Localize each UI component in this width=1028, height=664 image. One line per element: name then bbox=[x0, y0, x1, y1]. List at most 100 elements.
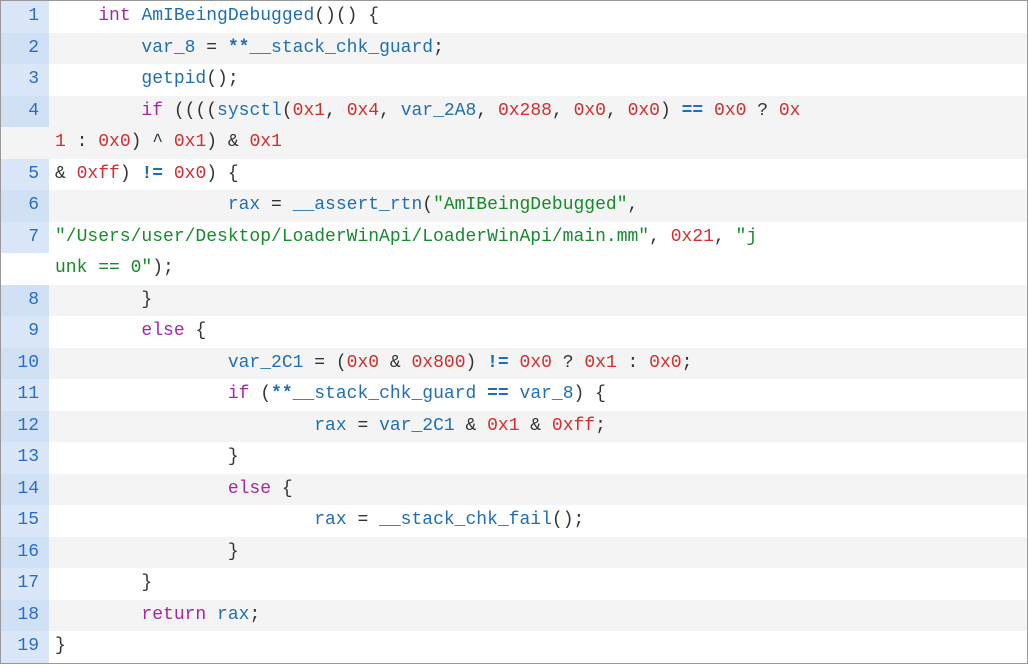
code-line: 13 } bbox=[1, 442, 1027, 474]
line-number: 11 bbox=[1, 379, 49, 411]
variable: rax bbox=[228, 195, 260, 215]
hex-literal: 0x1 bbox=[249, 132, 281, 152]
code-line: 12 rax = var_2C1 & 0x1 & 0xff; bbox=[1, 411, 1027, 443]
function-name: AmIBeingDebugged bbox=[141, 6, 314, 26]
code-line: 14 else { bbox=[1, 474, 1027, 506]
code-text[interactable]: } bbox=[49, 537, 1027, 569]
line-number: 6 bbox=[1, 190, 49, 222]
variable: rax bbox=[217, 605, 249, 625]
keyword-else: else bbox=[228, 479, 271, 499]
line-number: 18 bbox=[1, 600, 49, 632]
hex-literal: 0x0 bbox=[714, 101, 746, 121]
code-text[interactable]: rax = __stack_chk_fail(); bbox=[49, 505, 1027, 537]
hex-literal: 0x4 bbox=[347, 101, 379, 121]
keyword-if: if bbox=[141, 101, 163, 121]
line-number: 13 bbox=[1, 442, 49, 474]
operator-neq: != bbox=[476, 353, 519, 373]
keyword-int: int bbox=[98, 6, 130, 26]
code-line: 3 getpid(); bbox=[1, 64, 1027, 96]
hex-literal: 0x0 bbox=[174, 164, 206, 184]
code-editor: 1 int AmIBeingDebugged()() { 2 var_8 = *… bbox=[1, 1, 1027, 663]
operator-eq: == bbox=[476, 384, 519, 404]
code-line: 8 } bbox=[1, 285, 1027, 317]
code-text[interactable]: rax = var_2C1 & 0x1 & 0xff; bbox=[49, 411, 1027, 443]
identifier: __stack_chk_guard bbox=[293, 384, 477, 404]
line-number: 5 bbox=[1, 159, 49, 191]
function-call: sysctl bbox=[217, 101, 282, 121]
hex-literal: 0xff bbox=[77, 164, 120, 184]
code-text[interactable]: & 0xff) != 0x0) { bbox=[49, 159, 1027, 191]
code-line: 1 int AmIBeingDebugged()() { bbox=[1, 1, 1027, 33]
code-line: 17 } bbox=[1, 568, 1027, 600]
string-literal: "/Users/user/Desktop/LoaderWinApi/Loader… bbox=[55, 227, 649, 247]
variable: var_2A8 bbox=[401, 101, 477, 121]
function-call: __assert_rtn bbox=[293, 195, 423, 215]
operator-deref: ** bbox=[228, 38, 250, 58]
code-text[interactable]: } bbox=[49, 631, 1027, 663]
code-line: 16 } bbox=[1, 537, 1027, 569]
code-text[interactable]: } bbox=[49, 568, 1027, 600]
variable: var_8 bbox=[141, 38, 195, 58]
code-text[interactable]: int AmIBeingDebugged()() { bbox=[49, 1, 1027, 33]
variable: var_8 bbox=[520, 384, 574, 404]
code-text[interactable]: "/Users/user/Desktop/LoaderWinApi/Loader… bbox=[49, 222, 1027, 285]
keyword-if: if bbox=[228, 384, 250, 404]
hex-literal: 0x1 bbox=[487, 416, 519, 436]
code-text[interactable]: return rax; bbox=[49, 600, 1027, 632]
code-text[interactable]: } bbox=[49, 442, 1027, 474]
operator-deref: ** bbox=[271, 384, 293, 404]
code-text[interactable]: } bbox=[49, 285, 1027, 317]
function-call: getpid bbox=[141, 69, 206, 89]
variable: var_2C1 bbox=[228, 353, 304, 373]
hex-literal: 0x1 bbox=[174, 132, 206, 152]
line-number: 7 bbox=[1, 222, 49, 254]
line-number: 1 bbox=[1, 1, 49, 33]
hex-literal: 0x0 bbox=[628, 101, 660, 121]
code-text[interactable]: else { bbox=[49, 316, 1027, 348]
code-line: 19 } bbox=[1, 631, 1027, 663]
line-number: 12 bbox=[1, 411, 49, 443]
code-text[interactable]: var_8 = **__stack_chk_guard; bbox=[49, 33, 1027, 65]
code-line: 7 "/Users/user/Desktop/LoaderWinApi/Load… bbox=[1, 222, 1027, 285]
hex-literal: 0xff bbox=[552, 416, 595, 436]
code-line: 2 var_8 = **__stack_chk_guard; bbox=[1, 33, 1027, 65]
variable: rax bbox=[314, 416, 346, 436]
hex-literal: 0x1 bbox=[584, 353, 616, 373]
code-text[interactable]: if (**__stack_chk_guard == var_8) { bbox=[49, 379, 1027, 411]
hex-literal: 0x0 bbox=[520, 353, 552, 373]
code-text[interactable]: if ((((sysctl(0x1, 0x4, var_2A8, 0x288, … bbox=[49, 96, 1027, 159]
line-number: 17 bbox=[1, 568, 49, 600]
variable: rax bbox=[314, 510, 346, 530]
line-number: 4 bbox=[1, 96, 49, 128]
line-number: 9 bbox=[1, 316, 49, 348]
string-literal: "AmIBeingDebugged" bbox=[433, 195, 627, 215]
code-text[interactable]: else { bbox=[49, 474, 1027, 506]
code-line: 10 var_2C1 = (0x0 & 0x800) != 0x0 ? 0x1 … bbox=[1, 348, 1027, 380]
code-text[interactable]: var_2C1 = (0x0 & 0x800) != 0x0 ? 0x1 : 0… bbox=[49, 348, 1027, 380]
line-number: 14 bbox=[1, 474, 49, 506]
code-line: 4 if ((((sysctl(0x1, 0x4, var_2A8, 0x288… bbox=[1, 96, 1027, 159]
hex-literal: 0x1 bbox=[293, 101, 325, 121]
code-text[interactable]: getpid(); bbox=[49, 64, 1027, 96]
code-line: 18 return rax; bbox=[1, 600, 1027, 632]
code-text[interactable]: rax = __assert_rtn("AmIBeingDebugged", bbox=[49, 190, 1027, 222]
identifier: __stack_chk_guard bbox=[249, 38, 433, 58]
line-number: 3 bbox=[1, 64, 49, 96]
code-line: 15 rax = __stack_chk_fail(); bbox=[1, 505, 1027, 537]
hex-literal: 0x0 bbox=[649, 353, 681, 373]
code-line: 5 & 0xff) != 0x0) { bbox=[1, 159, 1027, 191]
code-line: 11 if (**__stack_chk_guard == var_8) { bbox=[1, 379, 1027, 411]
keyword-return: return bbox=[141, 605, 206, 625]
line-number: 16 bbox=[1, 537, 49, 569]
hex-literal: 0x288 bbox=[498, 101, 552, 121]
variable: var_2C1 bbox=[379, 416, 455, 436]
code-line: 6 rax = __assert_rtn("AmIBeingDebugged", bbox=[1, 190, 1027, 222]
line-number: 15 bbox=[1, 505, 49, 537]
paren-group: ()() bbox=[314, 6, 357, 26]
function-call: __stack_chk_fail bbox=[379, 510, 552, 530]
hex-literal: 0x0 bbox=[347, 353, 379, 373]
line-number: 10 bbox=[1, 348, 49, 380]
line-number: 2 bbox=[1, 33, 49, 65]
hex-literal: 0x0 bbox=[98, 132, 130, 152]
keyword-else: else bbox=[141, 321, 184, 341]
